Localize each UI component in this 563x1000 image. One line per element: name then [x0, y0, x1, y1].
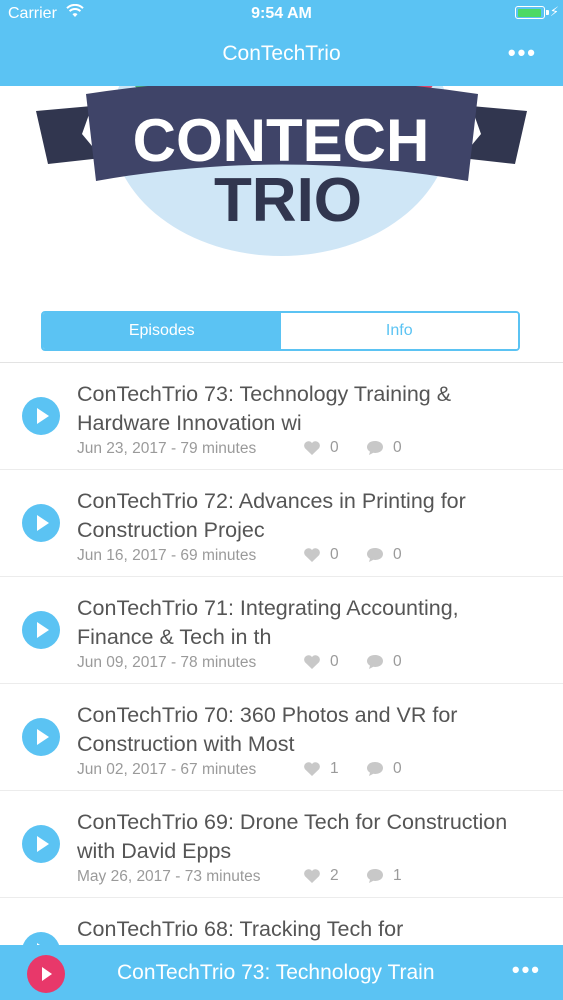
- likes-count: 1: [303, 760, 339, 778]
- comments-count: 0: [366, 760, 402, 778]
- play-icon[interactable]: [22, 611, 60, 649]
- heart-icon: [304, 869, 320, 883]
- episode-meta: Jun 16, 2017 - 69 minutes: [77, 547, 257, 564]
- episode-meta: Jun 23, 2017 - 79 minutes: [77, 440, 257, 457]
- play-icon[interactable]: [22, 825, 60, 863]
- episode-meta: May 26, 2017 - 73 minutes: [77, 868, 261, 885]
- tab-switcher: Episodes Info: [41, 311, 520, 351]
- tab-info[interactable]: Info: [280, 313, 518, 349]
- episode-meta: Jun 02, 2017 - 67 minutes: [77, 761, 257, 778]
- episode-row[interactable]: ConTechTrio 68: Tracking Tech for: [0, 898, 563, 945]
- heart-icon: [304, 548, 320, 562]
- banner-title-line1: CONTECH: [133, 107, 430, 174]
- status-bar: Carrier 9:54 AM ⚡: [0, 0, 563, 30]
- comments-count: 0: [366, 439, 402, 457]
- heart-icon: [304, 762, 320, 776]
- likes-count: 0: [303, 439, 339, 457]
- episode-title: ConTechTrio 72: Advances in Printing for…: [77, 489, 466, 542]
- banner-title-line2: TRIO: [214, 166, 362, 235]
- episode-row[interactable]: ConTechTrio 72: Advances in Printing for…: [0, 470, 563, 577]
- episode-row[interactable]: ConTechTrio 71: Integrating Accounting, …: [0, 577, 563, 684]
- player-more-icon[interactable]: •••: [512, 957, 541, 983]
- heart-icon: [304, 655, 320, 669]
- heart-icon: [304, 441, 320, 455]
- episode-list: ConTechTrio 73: Technology Training & Ha…: [0, 363, 563, 945]
- comment-icon: [367, 869, 383, 883]
- episode-title: ConTechTrio 70: 360 Photos and VR for Co…: [77, 703, 458, 756]
- episode-title: ConTechTrio 69: Drone Tech for Construct…: [77, 810, 508, 863]
- tab-episodes[interactable]: Episodes: [43, 313, 281, 349]
- comments-count: 0: [366, 546, 402, 564]
- episode-row[interactable]: ConTechTrio 73: Technology Training & Ha…: [0, 363, 563, 470]
- play-icon[interactable]: [22, 718, 60, 756]
- episode-row[interactable]: ConTechTrio 69: Drone Tech for Construct…: [0, 791, 563, 898]
- play-icon[interactable]: [22, 397, 60, 435]
- battery-icon: [515, 6, 549, 19]
- play-icon[interactable]: [22, 932, 60, 945]
- more-options-icon[interactable]: •••: [508, 40, 537, 66]
- comment-icon: [367, 655, 383, 669]
- charging-icon: ⚡: [549, 4, 559, 19]
- comment-icon: [367, 548, 383, 562]
- now-playing-title[interactable]: ConTechTrio 73: Technology Train: [117, 961, 457, 985]
- nav-bar: Carrier 9:54 AM ⚡ ConTechTrio •••: [0, 0, 563, 86]
- clock: 9:54 AM: [251, 5, 312, 22]
- episode-title: ConTechTrio 71: Integrating Accounting, …: [77, 596, 459, 649]
- podcast-banner: CONTECH TRIO: [0, 86, 563, 286]
- comments-count: 1: [366, 867, 402, 885]
- episode-title: ConTechTrio 73: Technology Training & Ha…: [77, 382, 452, 435]
- comment-icon: [367, 762, 383, 776]
- comments-count: 0: [366, 653, 402, 671]
- comment-icon: [367, 441, 383, 455]
- likes-count: 0: [303, 653, 339, 671]
- mini-player[interactable]: ConTechTrio 73: Technology Train •••: [0, 945, 563, 1000]
- episode-meta: Jun 09, 2017 - 78 minutes: [77, 654, 257, 671]
- likes-count: 0: [303, 546, 339, 564]
- player-play-icon[interactable]: [27, 955, 65, 993]
- play-icon[interactable]: [22, 504, 60, 542]
- episode-title: ConTechTrio 68: Tracking Tech for: [77, 917, 404, 941]
- likes-count: 2: [303, 867, 339, 885]
- page-title: ConTechTrio: [222, 42, 341, 65]
- episode-row[interactable]: ConTechTrio 70: 360 Photos and VR for Co…: [0, 684, 563, 791]
